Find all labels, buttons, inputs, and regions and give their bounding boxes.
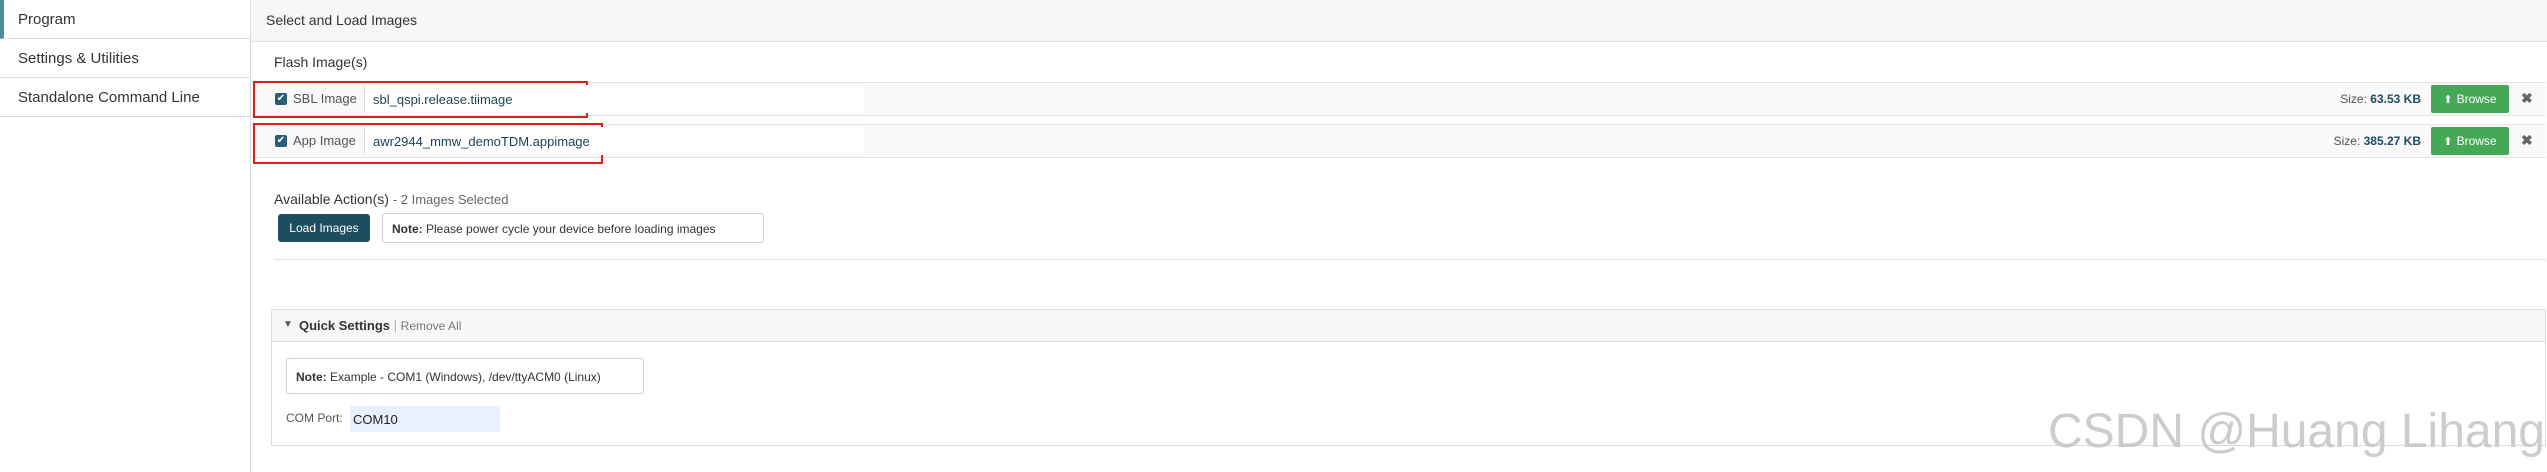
app-browse-button[interactable]: ⬆ Browse	[2431, 127, 2509, 155]
sbl-image-size: Size: 63.53 KB	[2340, 92, 2421, 106]
upload-icon: ⬆	[2443, 136, 2453, 148]
quick-settings-title: Quick Settings | Remove All	[299, 318, 461, 333]
note-label: Note:	[296, 370, 327, 384]
remove-all-link[interactable]: Remove All	[401, 319, 462, 333]
app-image-path-field[interactable]: awr2944_mmw_demoTDM.appimage	[364, 127, 864, 155]
sbl-image-path: sbl_qspi.release.tiimage	[373, 92, 513, 107]
browse-label: Browse	[2456, 134, 2497, 148]
caret-down-icon[interactable]: ▼	[283, 319, 293, 330]
app-image-checkbox[interactable]: ✔	[275, 135, 287, 147]
note-text: Note: Example - COM1 (Windows), /dev/tty…	[296, 370, 601, 384]
separator: |	[393, 318, 398, 333]
sidebar-item-label: Settings & Utilities	[18, 50, 139, 67]
browse-label: Browse	[2456, 92, 2497, 106]
size-label: Size:	[2333, 134, 2361, 148]
watermark: CSDN @Huang Lihang	[2048, 405, 2545, 458]
note-message: Please power cycle your device before lo…	[426, 222, 716, 236]
app-image-row: ✔ App Image awr2944_mmw_demoTDM.appimage…	[251, 123, 2546, 164]
app-image-path: awr2944_mmw_demoTDM.appimage	[373, 134, 590, 149]
check-icon: ✔	[276, 93, 286, 104]
sidebar-item-settings-utilities[interactable]: Settings & Utilities	[0, 39, 250, 78]
sidebar-item-label: Program	[18, 11, 76, 28]
close-icon[interactable]: ✖	[2521, 90, 2533, 107]
sidebar-item-standalone-command-line[interactable]: Standalone Command Line	[0, 78, 250, 117]
images-selected-count: - 2 Images Selected	[392, 192, 509, 207]
size-value: 63.53 KB	[2370, 92, 2421, 106]
sidebar: Program Settings & Utilities Standalone …	[0, 0, 251, 472]
note-message: Example - COM1 (Windows), /dev/ttyACM0 (…	[330, 370, 601, 384]
panel-header: Select and Load Images	[251, 0, 2547, 42]
app-image-size: Size: 385.27 KB	[2334, 134, 2421, 148]
quick-settings-label: Quick Settings	[299, 318, 391, 333]
sidebar-item-program[interactable]: Program	[0, 0, 250, 39]
sbl-image-row: ✔ SBL Image sbl_qspi.release.tiimage Siz…	[251, 81, 2546, 118]
size-value: 385.27 KB	[2363, 134, 2421, 148]
note-text: Note: Please power cycle your device bef…	[392, 222, 716, 236]
size-label: Size:	[2340, 92, 2367, 106]
com-port-label: COM Port:	[286, 411, 343, 425]
power-cycle-note: Note: Please power cycle your device bef…	[382, 213, 764, 243]
load-images-button[interactable]: Load Images	[278, 214, 370, 242]
sidebar-item-label: Standalone Command Line	[18, 89, 200, 106]
flash-images-title: Flash Image(s)	[274, 54, 368, 70]
com-port-input[interactable]	[350, 406, 500, 432]
actions-title-text: Available Action(s)	[274, 191, 389, 207]
close-icon[interactable]: ✖	[2521, 132, 2533, 149]
sbl-image-checkbox[interactable]: ✔	[275, 93, 287, 105]
sbl-image-label: SBL Image	[293, 91, 357, 106]
divider	[274, 259, 2546, 260]
available-actions-title: Available Action(s) - 2 Images Selected	[274, 191, 508, 207]
check-icon: ✔	[276, 135, 286, 146]
upload-icon: ⬆	[2443, 94, 2453, 106]
note-label: Note:	[392, 222, 423, 236]
sbl-image-path-field[interactable]: sbl_qspi.release.tiimage	[364, 85, 864, 113]
com-port-note: Note: Example - COM1 (Windows), /dev/tty…	[286, 358, 644, 394]
main-panel: Select and Load Images Flash Image(s) ✔ …	[251, 0, 2547, 472]
sbl-browse-button[interactable]: ⬆ Browse	[2431, 85, 2509, 113]
page-title: Select and Load Images	[266, 12, 417, 28]
quick-settings-header[interactable]: ▼ Quick Settings | Remove All	[272, 310, 2545, 342]
app-image-label: App Image	[293, 133, 356, 148]
